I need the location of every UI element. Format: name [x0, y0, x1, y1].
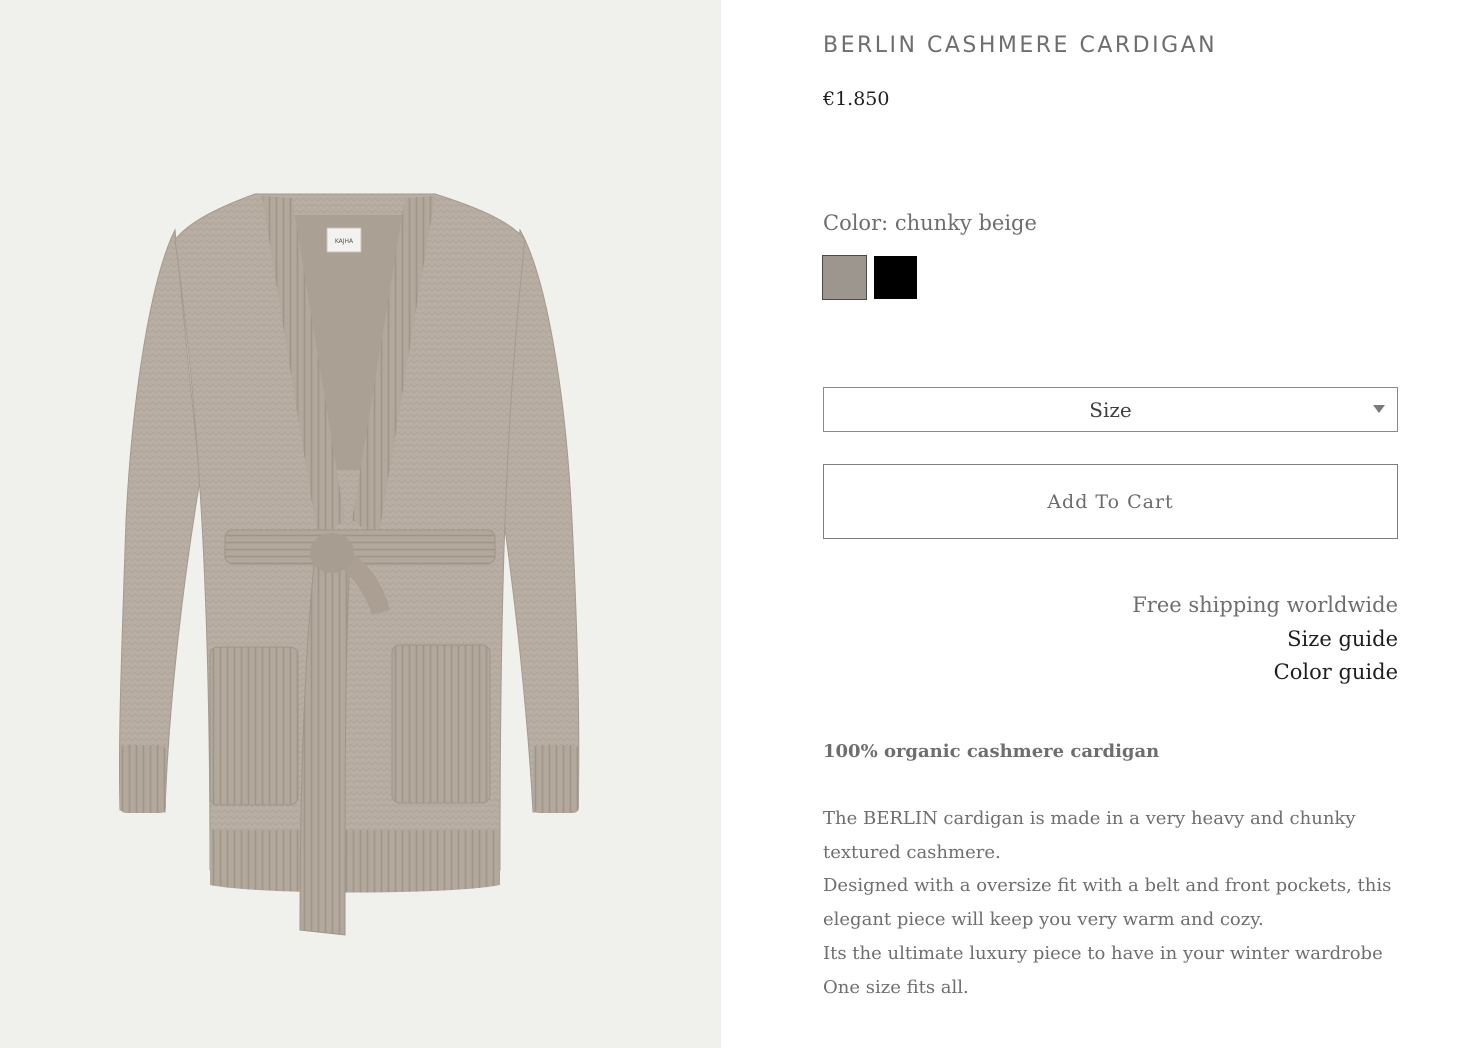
swatch-chunky-beige[interactable] [822, 255, 867, 300]
size-select-label: Size [1089, 397, 1132, 422]
description-paragraph: The BERLIN cardigan is made in a very he… [823, 808, 1356, 863]
color-label: Color: chunky beige [823, 211, 1037, 235]
size-guide-link[interactable]: Size guide [823, 623, 1398, 657]
swatch-black[interactable] [874, 256, 917, 299]
product-image-panel: KAJHA [0, 0, 721, 1048]
size-select[interactable]: Size [823, 387, 1398, 432]
add-to-cart-button[interactable]: Add To Cart [823, 464, 1398, 539]
product-price: €1.850 [823, 88, 890, 110]
description-body: The BERLIN cardigan is made in a very he… [823, 802, 1398, 1004]
description-heading: 100% organic cashmere cardigan [823, 741, 1160, 762]
cardigan-product-image: KAJHA [118, 193, 580, 936]
brand-label: KAJHA [335, 238, 354, 245]
chevron-down-icon [1373, 405, 1385, 413]
color-swatches [822, 255, 917, 300]
description-paragraph: Designed with a oversize fit with a belt… [823, 875, 1392, 931]
product-title: BERLIN CASHMERE CARDIGAN [823, 33, 1218, 58]
description-paragraph: Its the ultimate luxury piece to have in… [823, 942, 1383, 964]
free-shipping-text: Free shipping worldwide [1132, 593, 1398, 617]
info-links: Free shipping worldwide Size guide Color… [823, 589, 1398, 690]
color-guide-link[interactable]: Color guide [823, 656, 1398, 690]
description-paragraph: One size fits all. [823, 976, 969, 998]
